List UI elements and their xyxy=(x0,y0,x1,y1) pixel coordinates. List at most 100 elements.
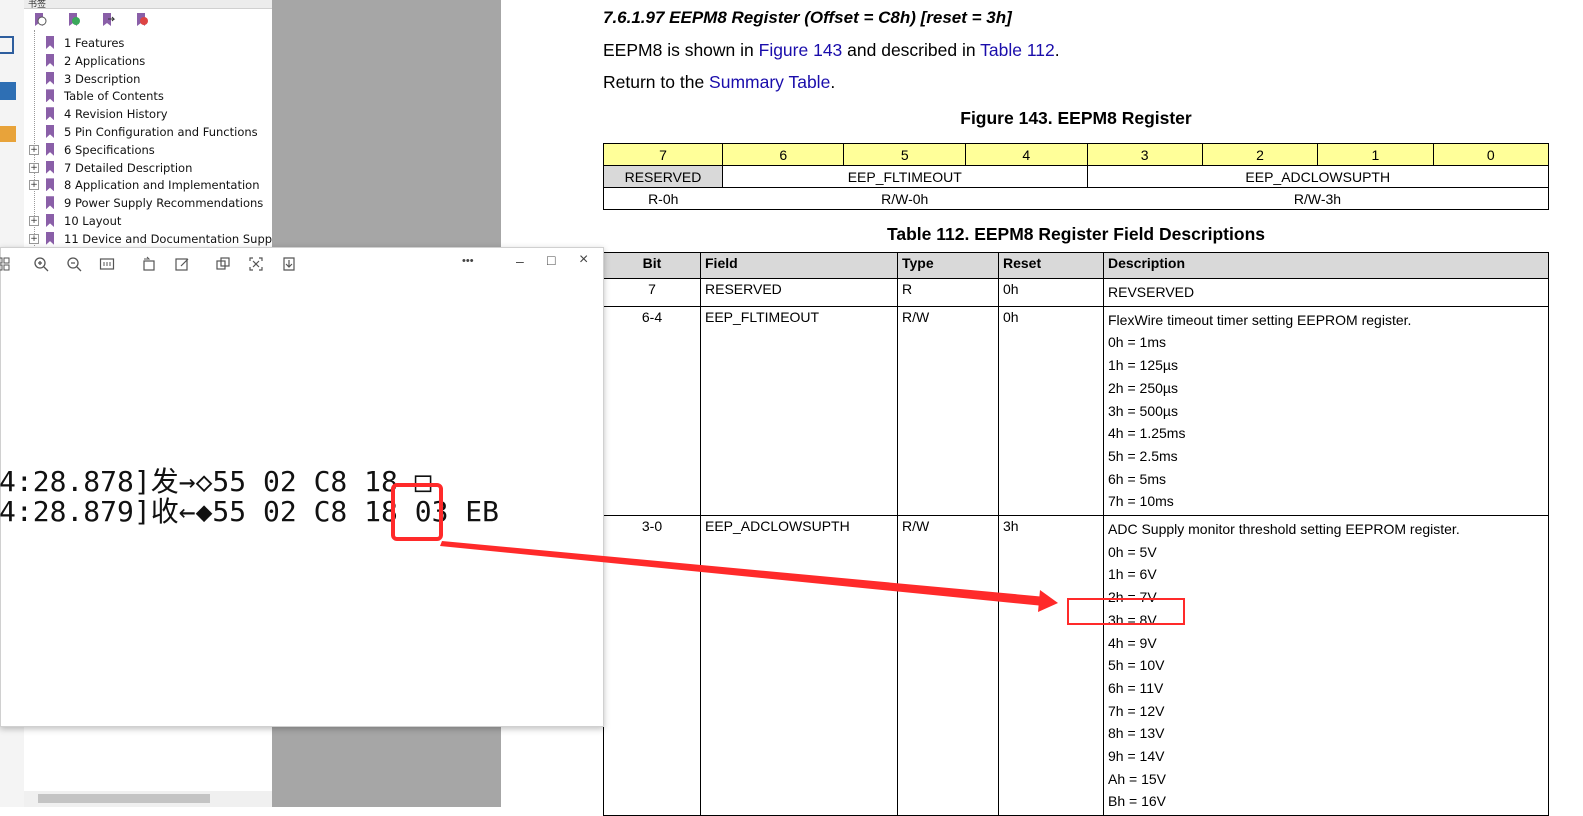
description-line: 6h = 5ms xyxy=(1108,470,1166,487)
bookmark-scrollbar[interactable] xyxy=(24,791,272,807)
summary-table-link[interactable]: Summary Table xyxy=(709,72,830,92)
return-text: Return to the xyxy=(603,72,710,92)
highlight-box-03 xyxy=(391,483,443,541)
copy-icon[interactable] xyxy=(215,256,231,272)
column-header: Field xyxy=(700,252,898,279)
register-field-fltimeout: EEP_FLTIMEOUT xyxy=(722,165,1088,188)
intro-text: EEPM8 is shown in xyxy=(603,40,759,60)
edit-icon[interactable] xyxy=(174,256,190,272)
description-line: 4h = 1.25ms xyxy=(1108,425,1186,442)
cell-field: EEP_ADCLOWSUPTH xyxy=(700,515,898,816)
section-heading: 7.6.1.97 EEPM8 Register (Offset = C8h) [… xyxy=(603,8,1012,27)
bookmark-options-icon[interactable] xyxy=(32,12,48,28)
description-line: 9h = 14V xyxy=(1108,748,1165,765)
grid-view-icon[interactable] xyxy=(0,256,11,272)
bookmark-item[interactable]: +11 Device and Documentation Suppo xyxy=(24,230,272,248)
column-header: Type xyxy=(897,252,999,279)
bit-number: 0 xyxy=(1432,143,1550,166)
expand-toggle-icon[interactable]: + xyxy=(29,180,39,191)
bookmark-item[interactable]: +7 Detailed Description xyxy=(24,159,272,177)
bookmark-label: 4 Revision History xyxy=(64,107,168,122)
bookmark-icon xyxy=(46,214,54,227)
expand-toggle-icon[interactable]: + xyxy=(29,233,39,244)
fullscreen-icon[interactable] xyxy=(248,256,264,272)
download-icon[interactable] xyxy=(281,256,297,272)
bookmark-icon xyxy=(46,231,54,245)
intro-suffix: . xyxy=(1054,40,1060,60)
viewer-toolbar: ••• – □ × xyxy=(0,248,603,280)
register-diagram: 76543210 RESERVED EEP_FLTIMEOUT EEP_ADCL… xyxy=(603,143,1550,210)
cell-type: R xyxy=(897,278,999,307)
page-thumbnail-icon[interactable] xyxy=(0,36,14,54)
description-line: Ah = 15V xyxy=(1108,770,1166,787)
bookmark-item[interactable]: Table of Contents xyxy=(24,87,272,105)
expand-toggle-icon[interactable]: + xyxy=(29,144,39,155)
description-line: 6h = 11V xyxy=(1108,679,1164,696)
description-line: 2h = 250µs xyxy=(1108,379,1178,396)
description-line: 1h = 125µs xyxy=(1108,357,1178,374)
description-line: 7h = 12V xyxy=(1108,702,1165,719)
bookmark-item[interactable]: 4 Revision History xyxy=(24,105,272,123)
more-options-button[interactable]: ••• xyxy=(462,255,474,267)
bookmark-label: 3 Description xyxy=(64,71,141,86)
bookmark-item[interactable]: 9 Power Supply Recommendations xyxy=(24,194,272,212)
add-bookmark-icon[interactable] xyxy=(66,12,82,28)
bookmark-icon xyxy=(46,89,54,103)
cell-type: R/W xyxy=(897,305,999,517)
column-header: Bit xyxy=(603,252,701,279)
description-line: 5h = 2.5ms xyxy=(1108,447,1178,464)
description-line: FlexWire timeout timer setting EEPROM re… xyxy=(1108,311,1412,328)
cell-field: RESERVED xyxy=(700,278,898,307)
cell-type: R/W xyxy=(897,515,999,816)
return-suffix: . xyxy=(830,72,836,92)
bookmark-item[interactable]: +10 Layout xyxy=(24,212,272,230)
cell-bit: 7 xyxy=(603,278,701,307)
bit-number: 6 xyxy=(721,143,845,166)
bookmark-item[interactable]: +6 Specifications xyxy=(24,141,272,159)
minimize-button[interactable]: – xyxy=(516,253,524,269)
delete-bookmark-icon[interactable] xyxy=(134,12,150,28)
close-button[interactable]: × xyxy=(579,251,588,269)
zoom-in-icon[interactable] xyxy=(33,256,49,272)
rotate-icon[interactable] xyxy=(141,256,157,272)
highlight-box-3h-8v xyxy=(1067,598,1185,625)
bookmark-item[interactable]: 5 Pin Configuration and Functions xyxy=(24,123,272,141)
bookmark-item[interactable]: 2 Applications xyxy=(24,52,272,70)
table-link[interactable]: Table 112 xyxy=(980,40,1055,60)
field-name-row: RESERVED EEP_FLTIMEOUT EEP_ADCLOWSUPTH xyxy=(603,165,1549,188)
table-row: 6-4 EEP_FLTIMEOUT R/W 0h FlexWire timeout ti… xyxy=(603,305,1549,517)
bookmark-item[interactable]: 1 Features xyxy=(24,34,272,52)
expand-toggle-icon[interactable]: + xyxy=(29,216,39,226)
copy-pages-icon[interactable] xyxy=(0,82,16,100)
bookmark-panel-header: 书签 xyxy=(24,0,272,9)
description-line: 3h = 500µs xyxy=(1108,402,1178,419)
actual-size-icon[interactable] xyxy=(99,256,115,272)
side-tool-strip xyxy=(0,0,25,250)
cell-bit: 3-0 xyxy=(603,515,701,816)
bookmark-item[interactable]: 3 Description xyxy=(24,70,272,88)
bookmark-item[interactable]: +8 Application and Implementation xyxy=(24,176,272,194)
description-line: 0h = 5V xyxy=(1108,543,1157,560)
zoom-out-icon[interactable] xyxy=(66,256,82,272)
cell-description: REVSERVED xyxy=(1103,278,1549,307)
table-caption: Table 112. EEPM8 Register Field Descript… xyxy=(886,224,1265,244)
description-line: 8h = 13V xyxy=(1108,725,1165,742)
maximize-button[interactable]: □ xyxy=(547,252,555,268)
cell-description: FlexWire timeout timer setting EEPROM re… xyxy=(1103,305,1549,517)
figure-link[interactable]: Figure 143 xyxy=(759,40,843,60)
column-header: Description xyxy=(1103,252,1549,279)
scrollbar-thumb[interactable] xyxy=(38,794,210,803)
move-bookmark-icon[interactable] xyxy=(100,12,116,28)
bit-number: 2 xyxy=(1201,143,1319,166)
intro-text-middle: and described in xyxy=(842,40,981,60)
bookmark-icon xyxy=(46,125,54,138)
bookmark-icon xyxy=(46,178,54,192)
cell-reset: 0h xyxy=(998,305,1104,517)
comment-icon[interactable] xyxy=(0,126,16,142)
bookmark-label: 1 Features xyxy=(64,36,125,50)
bookmark-label: 8 Application and Implementation xyxy=(64,178,260,193)
expand-toggle-icon[interactable]: + xyxy=(29,162,39,173)
bit-number: 5 xyxy=(843,143,966,166)
cell-reset: 3h xyxy=(998,515,1104,816)
cell-field: EEP_FLTIMEOUT xyxy=(700,305,898,517)
